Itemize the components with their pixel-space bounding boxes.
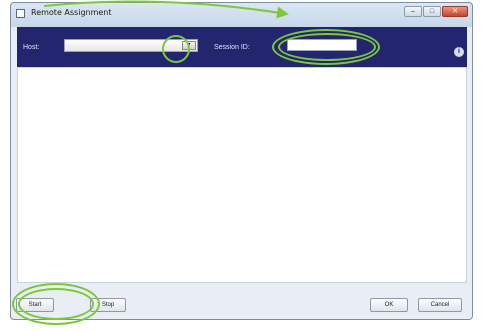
callout-arrow bbox=[43, 0, 289, 19]
